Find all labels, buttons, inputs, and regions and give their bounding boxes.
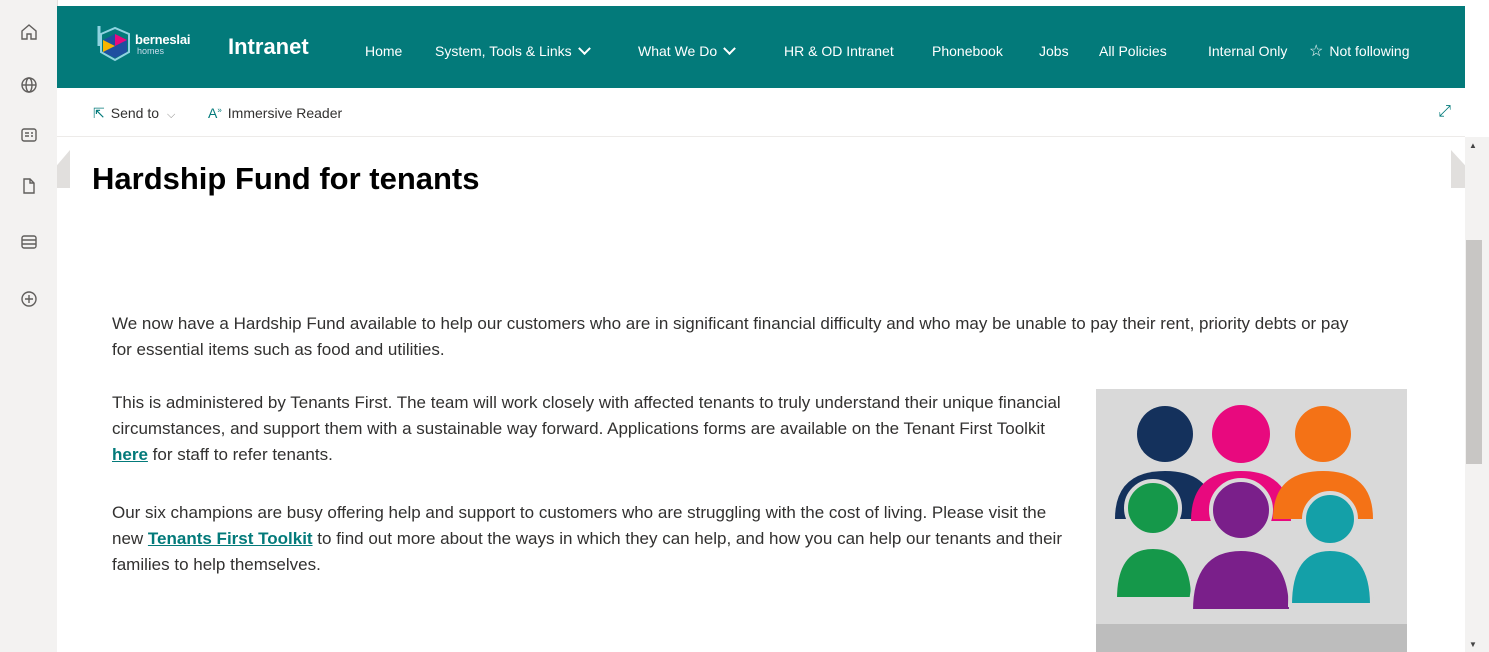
site-logo[interactable]: berneslai homes xyxy=(93,20,213,64)
nav-all-policies[interactable]: All Policies xyxy=(1099,42,1167,60)
scroll-up-icon[interactable]: ▲ xyxy=(1469,141,1477,150)
nav-system-tools-links[interactable]: System, Tools & Links xyxy=(435,42,591,60)
document-icon[interactable] xyxy=(19,176,39,196)
star-icon: ☆ xyxy=(1309,43,1324,60)
people-group-icon xyxy=(1112,405,1375,613)
paragraph-champions: Our six champions are busy offering help… xyxy=(112,503,1062,574)
here-link[interactable]: here xyxy=(112,445,148,464)
immersive-reader-button[interactable]: A» Immersive Reader xyxy=(208,105,342,121)
page-title: Hardship Fund for tenants xyxy=(92,161,480,196)
share-icon: ⇱ xyxy=(93,105,105,121)
logo-mark-icon xyxy=(97,26,130,62)
globe-icon[interactable] xyxy=(19,75,39,95)
logo-sub: homes xyxy=(137,46,165,56)
follow-button[interactable]: ☆ Not following xyxy=(1309,42,1410,61)
command-bar: ⇱ Send to ⌵ A» Immersive Reader ⤢ xyxy=(57,88,1465,137)
paragraph-administered: This is administered by Tenants First. T… xyxy=(112,393,1061,464)
app-rail xyxy=(0,0,58,652)
scrollbar-thumb[interactable] xyxy=(1466,240,1482,464)
nav-jobs[interactable]: Jobs xyxy=(1039,42,1069,60)
immersive-reader-icon: A» xyxy=(208,105,222,121)
chevron-down-icon: ⌵ xyxy=(167,109,176,121)
send-to-button[interactable]: ⇱ Send to ⌵ xyxy=(93,105,175,122)
site-title[interactable]: Intranet xyxy=(228,34,309,60)
nav-hr-od-intranet[interactable]: HR & OD Intranet xyxy=(784,42,894,60)
news-icon[interactable] xyxy=(19,125,39,145)
nav-phonebook[interactable]: Phonebook xyxy=(932,42,1003,60)
add-circle-icon[interactable] xyxy=(19,289,39,309)
logo-name: berneslai xyxy=(135,32,191,47)
tenants-first-toolkit-link[interactable]: Tenants First Toolkit xyxy=(148,529,313,548)
nav-what-we-do[interactable]: What We Do xyxy=(638,42,736,60)
chevron-down-icon xyxy=(577,42,591,56)
list-icon[interactable] xyxy=(19,232,39,252)
chevron-down-icon xyxy=(723,42,736,56)
expand-icon[interactable]: ⤢ xyxy=(1438,103,1451,121)
site-header: berneslai homes Intranet Home System, To… xyxy=(57,6,1465,88)
home-icon[interactable] xyxy=(19,22,39,42)
scroll-down-icon[interactable]: ▼ xyxy=(1469,640,1477,649)
people-illustration xyxy=(1096,389,1407,652)
nav-home[interactable]: Home xyxy=(365,42,402,60)
illustration-base xyxy=(1096,624,1407,652)
nav-internal-only[interactable]: Internal Only xyxy=(1208,42,1287,60)
paragraph-intro: We now have a Hardship Fund available to… xyxy=(112,314,1349,359)
